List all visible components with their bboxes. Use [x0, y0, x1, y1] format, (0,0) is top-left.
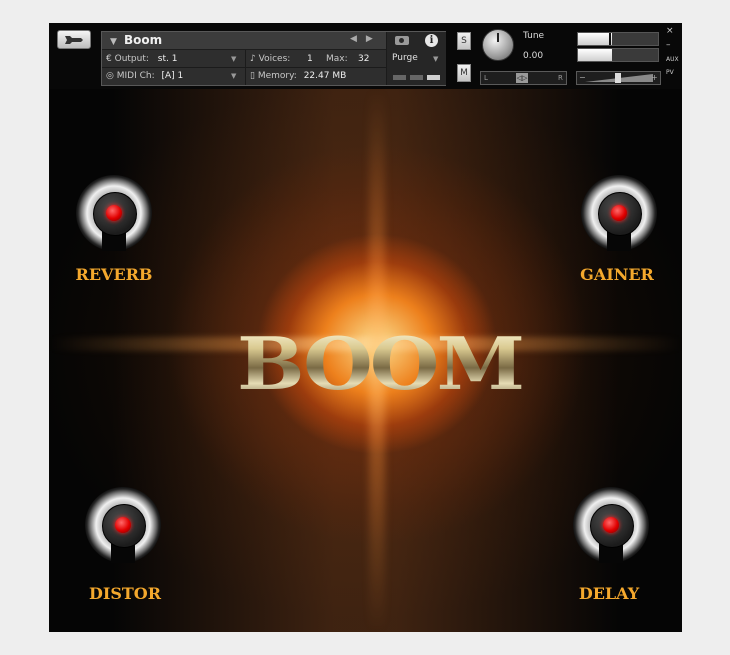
output-row[interactable]: € Output: st. 1 ▼ [106, 52, 236, 66]
tune-knob[interactable] [482, 29, 514, 61]
voices-icon: ♪ [250, 54, 256, 64]
instrument-name[interactable]: Boom [124, 33, 162, 47]
tune-label: Tune [523, 31, 545, 41]
volume-handle[interactable] [615, 73, 621, 83]
output-meter-right [577, 48, 659, 62]
voices-row: ♪ Voices: 1 Max: 32 [250, 54, 370, 64]
instrument-tools: i Purge ▼ [386, 32, 446, 85]
led-indicator [106, 205, 122, 221]
reverb-label: REVERB [75, 265, 153, 284]
led-indicator [115, 517, 131, 533]
gainer-knob[interactable] [581, 175, 657, 251]
memory-indicator [393, 75, 406, 80]
midi-channel-value[interactable]: [A] 1 [162, 71, 184, 81]
mute-button[interactable]: M [457, 64, 471, 82]
midi-channel-row[interactable]: ◎ MIDI Ch: [A] 1 ▼ [106, 69, 236, 83]
memory-icon: ▯ [250, 71, 255, 81]
info-icon[interactable]: i [425, 34, 438, 47]
distor-label: DISTOR [88, 584, 162, 603]
purge-button[interactable]: Purge [392, 53, 418, 63]
output-value[interactable]: st. 1 [158, 54, 178, 64]
wrench-icon [65, 36, 83, 44]
memory-indicator [427, 75, 440, 80]
meter-level [578, 49, 612, 61]
output-icon: € [106, 54, 112, 64]
delay-label: DELAY [578, 584, 640, 603]
minimize-button[interactable]: – [666, 40, 671, 50]
reverb-knob[interactable] [76, 175, 152, 251]
midi-icon: ◎ [106, 71, 114, 81]
output-meter-left [577, 32, 659, 46]
purge-dropdown-icon[interactable]: ▼ [433, 55, 438, 63]
memory-row: ▯ Memory: 22.47 MB [250, 71, 347, 81]
pv-button[interactable]: PV [666, 69, 674, 76]
close-button[interactable]: × [666, 26, 674, 36]
instrument-window: ▼ Boom ◀▶ € Output: st. 1 ▼ ♪ Voices: 1 … [49, 23, 682, 632]
instrument-info-box: ▼ Boom ◀▶ € Output: st. 1 ▼ ♪ Voices: 1 … [101, 31, 446, 86]
pan-handle[interactable]: ◁▷ [516, 73, 528, 83]
meter-level [578, 33, 612, 45]
output-dropdown-icon[interactable]: ▼ [231, 52, 236, 66]
booms-logo: BOOMS [237, 321, 580, 407]
volume-slider[interactable]: − + [576, 71, 661, 85]
instrument-panel: BOOMS REVERB GAINER DISTOR DELAY [49, 89, 682, 632]
collapse-triangle-icon[interactable]: ▼ [110, 37, 117, 47]
led-indicator [611, 205, 627, 221]
instrument-name-bar[interactable]: ▼ Boom ◀▶ [102, 32, 386, 50]
edit-instrument-button[interactable] [57, 30, 91, 49]
midi-dropdown-icon[interactable]: ▼ [231, 69, 236, 83]
prev-next-arrows[interactable]: ◀▶ [350, 34, 382, 44]
pan-slider[interactable]: L ◁▷ R [480, 71, 567, 85]
instrument-header: ▼ Boom ◀▶ € Output: st. 1 ▼ ♪ Voices: 1 … [49, 23, 682, 89]
distor-knob[interactable] [85, 487, 161, 563]
led-indicator [603, 517, 619, 533]
camera-icon[interactable] [395, 36, 409, 45]
delay-knob[interactable] [573, 487, 649, 563]
aux-button[interactable]: AUX [666, 56, 679, 63]
memory-indicator [410, 75, 423, 80]
gainer-label: GAINER [580, 265, 654, 284]
tune-value: 0.00 [523, 51, 544, 61]
solo-button[interactable]: S [457, 32, 471, 50]
